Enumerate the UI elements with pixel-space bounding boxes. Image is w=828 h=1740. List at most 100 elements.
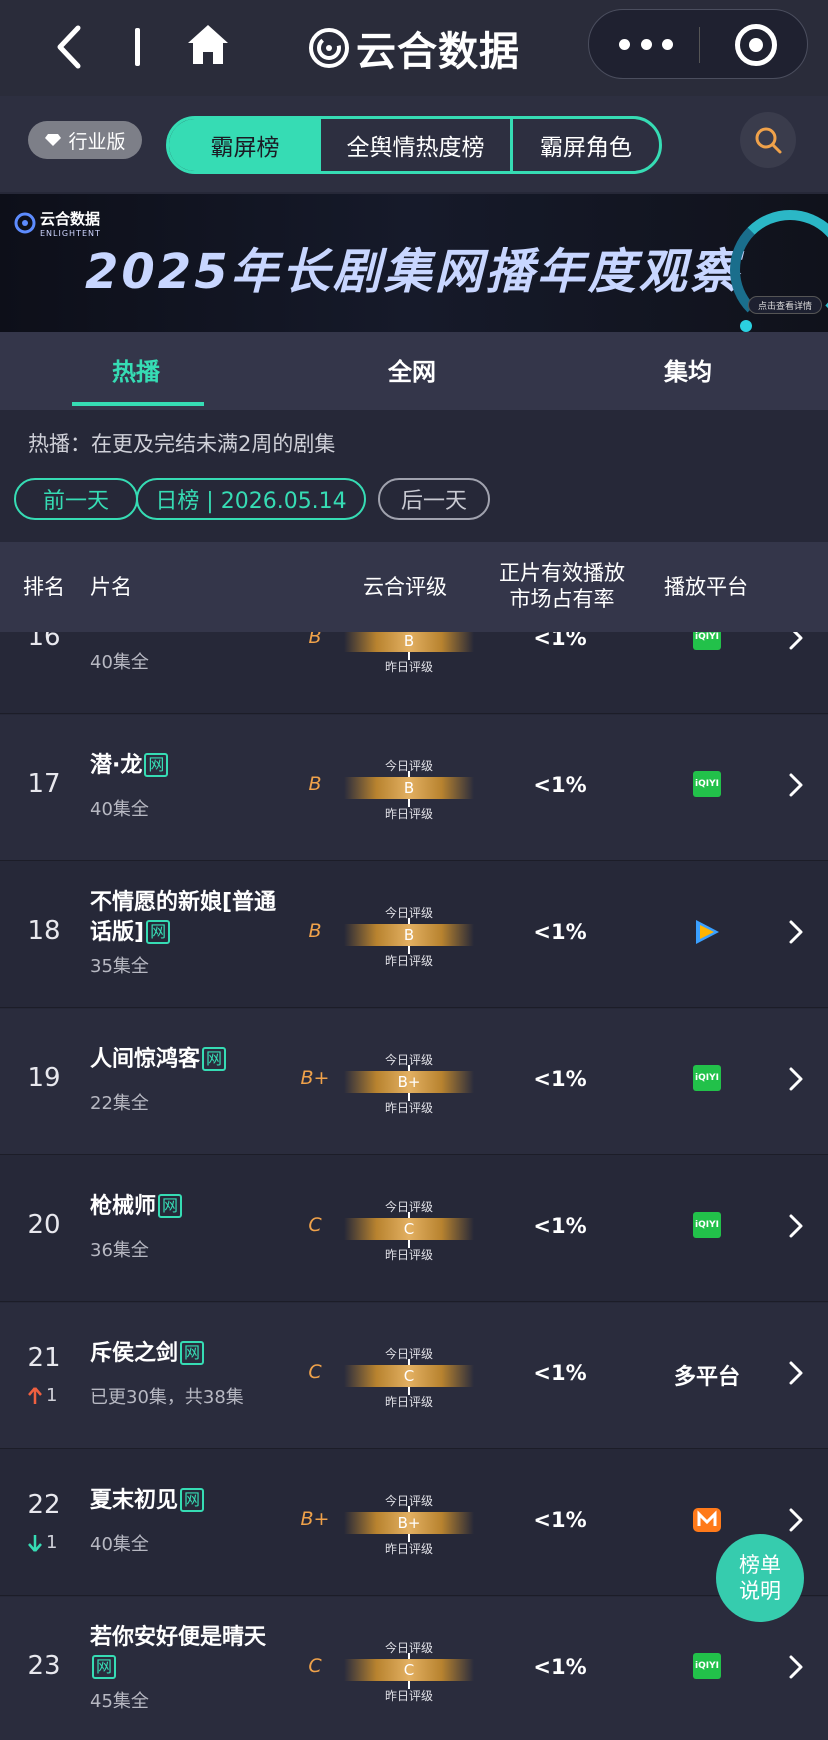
iqiyi-icon: iQIYI [693, 632, 721, 650]
rank-number: 17 [27, 769, 61, 799]
col-title: 片名 [90, 575, 132, 599]
rank-number: 16 [27, 632, 61, 652]
yesterday-rating: C [308, 1214, 322, 1236]
rating-gauge: 今日评级 C 昨日评级 [344, 1345, 474, 1409]
drama-title[interactable]: 若你安好便是晴天网 [90, 1623, 280, 1683]
drama-title[interactable]: 地道女英雄网 [90, 632, 280, 634]
table-row[interactable]: 23 若你安好便是晴天网 45集全 C 今日评级 C 昨日评级 <1% iQIYI [0, 1597, 828, 1740]
chart-description: 热播：在更及完结未满2周的剧集 [28, 432, 336, 456]
chart-explanation-button[interactable]: 榜单 说明 [716, 1534, 804, 1622]
rating-gauge: 今日评级B昨日评级 [344, 904, 474, 968]
active-tab-indicator [72, 402, 204, 406]
net-drama-tag: 网 [180, 1341, 205, 1365]
chevron-right-icon[interactable] [786, 1065, 806, 1093]
banner-title: 2025年长剧集网播年度观察 [85, 244, 741, 300]
table-row[interactable]: 16地道女英雄网40集全B今日评级B昨日评级<1%iQIYI [0, 632, 828, 714]
episode-info: 40集全 [90, 1534, 149, 1555]
mango-tv-icon [693, 1508, 721, 1532]
industry-edition-badge[interactable]: 行业版 [28, 121, 142, 159]
nav-divider [135, 28, 140, 66]
search-button[interactable] [740, 112, 796, 168]
table-row[interactable]: 22 1 夏末初见网 40集全 B+ 今日评级 B+ 昨日评级 <1% [0, 1450, 828, 1596]
banner-detail-pill[interactable]: 点击查看详情 [748, 296, 822, 314]
market-share: <1% [533, 1067, 587, 1091]
home-icon[interactable] [186, 22, 230, 68]
drama-title[interactable]: 不情愿的新娘[普通话版] 网 [90, 888, 280, 948]
platform: iQIYI [672, 1212, 742, 1238]
banner-logo-icon [14, 212, 36, 234]
net-drama-tag: 网 [180, 1488, 205, 1512]
platform: iQIYI [672, 1653, 742, 1679]
rating-gauge: 今日评级 B+ 昨日评级 [344, 1492, 474, 1556]
sub-tabs: 热播 全网 集均 [0, 332, 828, 410]
net-drama-tag: 网 [158, 1194, 183, 1218]
date-selector[interactable]: 日榜 | 2026.05.14 [136, 478, 366, 520]
next-day-button[interactable]: 后一天 [378, 478, 490, 520]
tab-hot[interactable]: 热播 [112, 352, 160, 387]
search-icon [755, 127, 782, 154]
market-share: <1% [533, 632, 587, 650]
ranking-tabs: 霸屏榜 全舆情热度榜 霸屏角色 [166, 116, 662, 174]
tab-all-network[interactable]: 全网 [388, 352, 436, 387]
yesterday-rating: B+ [300, 1067, 330, 1089]
yesterday-rating-label: 昨日评级 [384, 807, 433, 821]
yesterday-rating-label: 昨日评级 [384, 660, 433, 674]
drama-title[interactable]: 夏末初见网 [90, 1486, 280, 1516]
tab-public-opinion-chart[interactable]: 全舆情热度榜 [321, 119, 513, 171]
chevron-right-icon[interactable] [786, 1653, 806, 1681]
platform [672, 918, 742, 950]
chevron-right-icon[interactable] [786, 632, 806, 652]
drama-title-text: 若你安好便是晴天 [90, 1625, 267, 1650]
tab-dominance-roles[interactable]: 霸屏角色 [513, 119, 659, 171]
col-rank: 排名 [23, 575, 65, 599]
yesterday-rating: B [308, 773, 322, 795]
table-row[interactable]: 20 枪械师网 36集全 C 今日评级 C 昨日评级 <1% iQIYI [0, 1156, 828, 1302]
rating-gauge: 今日评级 C 昨日评级 [344, 1198, 474, 1262]
brand-name: 云合数据 [356, 29, 520, 75]
multi-platform-label: 多平台 [673, 1365, 740, 1390]
drama-title-text: 人间惊鸿客 [90, 1047, 201, 1072]
close-target-icon[interactable] [735, 24, 777, 66]
arrow-down-icon [28, 1534, 42, 1552]
episode-info: 45集全 [90, 1691, 149, 1712]
rank-change: 1 [28, 1385, 57, 1406]
tab-dominance-chart[interactable]: 霸屏榜 [169, 119, 321, 171]
chevron-right-icon[interactable] [786, 918, 806, 946]
prev-day-button[interactable]: 前一天 [14, 478, 138, 520]
platform: 多平台 [672, 1359, 742, 1391]
back-icon[interactable] [50, 22, 90, 72]
more-icon[interactable] [619, 32, 673, 56]
col-share-line2: 市场占有率 [509, 587, 615, 611]
drama-title-text: 不情愿的新娘[普通话版] [90, 890, 277, 945]
drama-title-text: 夏末初见 [90, 1488, 179, 1513]
episode-info: 已更30集，共38集 [90, 1387, 244, 1408]
yesterday-rating-label: 昨日评级 [384, 1248, 433, 1262]
table-row[interactable]: 19 人间惊鸿客网 22集全 B+ 今日评级 B+ 昨日评级 <1% iQIYI [0, 1009, 828, 1155]
promo-banner[interactable]: 云合数据 ENLIGHTENT 2025年长剧集网播年度观察 点击查看详情 [0, 194, 828, 332]
iqiyi-icon: iQIYI [693, 1065, 721, 1091]
episode-info: 40集全 [90, 799, 149, 820]
drama-title[interactable]: 枪械师网 [90, 1192, 280, 1222]
chevron-right-icon[interactable] [786, 1506, 806, 1534]
drama-title[interactable]: 斥侯之剑网 [90, 1339, 280, 1369]
table-row[interactable]: 17 潜·龙网 40集全 B 今日评级 B 昨日评级 <1% iQIYI [0, 715, 828, 861]
market-share: <1% [533, 1655, 587, 1679]
table-row[interactable]: 18 不情愿的新娘[普通话版] 网 35集全 B 今日评级 B 昨日评级 <1% [0, 862, 828, 1008]
yesterday-rating-label: 昨日评级 [384, 1101, 433, 1115]
rank-number: 20 [27, 1210, 61, 1240]
diamond-icon [45, 134, 62, 146]
iqiyi-icon: iQIYI [693, 1653, 721, 1679]
drama-title[interactable]: 人间惊鸿客网 [90, 1045, 280, 1075]
rank-number: 19 [27, 1063, 61, 1093]
chevron-right-icon[interactable] [786, 1212, 806, 1240]
chevron-right-icon[interactable] [786, 1359, 806, 1387]
rank-number: 18 [27, 916, 61, 946]
chevron-right-icon[interactable] [786, 771, 806, 799]
rank-change: 1 [28, 1532, 57, 1553]
brand-logo-icon [309, 28, 349, 68]
table-row[interactable]: 21 1 斥侯之剑网已更30集，共38集 C 今日评级 C 昨日评级 <1% 多平台 [0, 1303, 828, 1449]
top-nav-bar: 云合数据 [0, 0, 828, 96]
drama-title[interactable]: 潜·龙网 [90, 751, 280, 781]
tab-per-episode[interactable]: 集均 [664, 352, 712, 387]
today-rating: C [344, 1218, 474, 1240]
